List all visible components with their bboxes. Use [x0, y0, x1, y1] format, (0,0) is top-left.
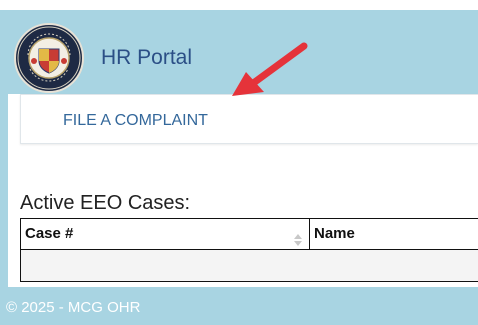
column-header-label: Name: [314, 225, 355, 242]
active-cases-heading: Active EEO Cases:: [20, 192, 191, 214]
seal-graphic: [17, 26, 81, 90]
main-content: FILE A COMPLAINT Active EEO Cases: Case …: [8, 94, 478, 287]
table-header-row: Case # Name: [20, 218, 478, 250]
column-header-name[interactable]: Name: [309, 218, 478, 250]
brand-title[interactable]: HR Portal: [101, 43, 192, 73]
column-header-label: Case #: [25, 225, 74, 242]
page: HR Portal FILE A COMPLAINT Active EEO Ca…: [0, 0, 478, 325]
column-header-case-number[interactable]: Case #: [20, 218, 310, 250]
table-empty-row: [20, 249, 478, 282]
cases-table: Case # Name: [20, 218, 478, 282]
file-complaint-link[interactable]: FILE A COMPLAINT: [63, 111, 208, 131]
top-margin: [0, 0, 478, 10]
footer-copyright: © 2025 - MCG OHR: [6, 299, 141, 316]
county-seal-icon[interactable]: [14, 23, 84, 93]
red-arrow-icon: [232, 42, 308, 96]
